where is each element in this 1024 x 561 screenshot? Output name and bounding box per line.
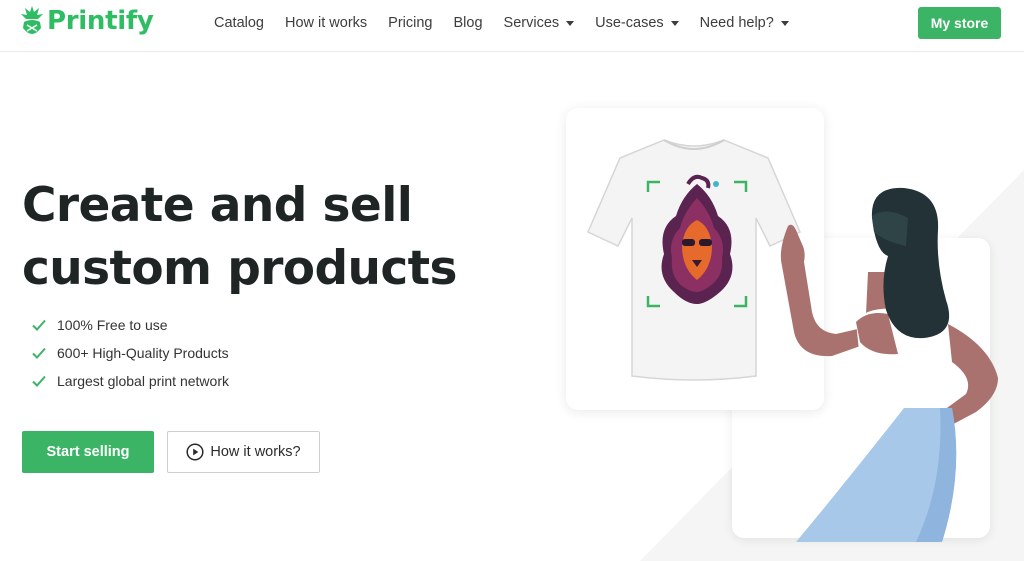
- feature-item: 600+ High-Quality Products: [31, 339, 229, 367]
- top-header: Printify Catalog How it works Pricing Bl…: [0, 0, 1024, 52]
- check-icon: [32, 375, 46, 387]
- chevron-down-icon: [566, 20, 575, 26]
- nav-need-help[interactable]: Need help?: [700, 15, 789, 31]
- play-circle-icon: [186, 443, 204, 461]
- nav-pricing[interactable]: Pricing: [388, 15, 432, 31]
- pineapple-logo-icon: [21, 6, 43, 34]
- nav-label: Blog: [453, 15, 483, 31]
- how-it-works-button[interactable]: How it works?: [167, 431, 320, 473]
- nav-blog[interactable]: Blog: [454, 15, 483, 31]
- nav-label: How it works: [284, 15, 368, 31]
- nav-services[interactable]: Services: [504, 15, 575, 31]
- feature-item: Largest global print network: [31, 367, 229, 395]
- feature-text: 100% Free to use: [57, 317, 168, 333]
- feature-text: Largest global print network: [57, 373, 229, 389]
- check-icon: [32, 347, 46, 359]
- chevron-down-icon: [670, 20, 679, 26]
- how-it-works-label: How it works?: [210, 444, 301, 460]
- nav-catalog[interactable]: Catalog: [214, 15, 264, 31]
- hero-title-line-1: Create and sell: [22, 178, 413, 233]
- nav-label: Pricing: [388, 15, 433, 31]
- feature-text: 600+ High-Quality Products: [57, 345, 229, 361]
- start-selling-button[interactable]: Start selling: [22, 431, 154, 473]
- brand-name: Printify: [47, 6, 154, 36]
- nav-use-cases[interactable]: Use-cases: [595, 15, 679, 31]
- printify-logo[interactable]: Printify: [21, 6, 154, 36]
- check-icon: [32, 319, 46, 331]
- hero-title: Create and sell custom products: [22, 174, 462, 300]
- nav-label: Use-cases: [595, 15, 664, 31]
- feature-item: 100% Free to use: [31, 311, 229, 339]
- woman-illustration-image: [780, 187, 998, 542]
- feature-list: 100% Free to use 600+ High-Quality Produ…: [31, 311, 229, 395]
- hero-title-line-2: custom products: [22, 241, 458, 296]
- my-store-button[interactable]: My store: [918, 7, 1001, 39]
- nav-how-it-works[interactable]: How it works: [285, 15, 367, 31]
- nav-label: Services: [503, 15, 560, 31]
- main-nav: Catalog How it works Pricing Blog Servic…: [214, 0, 810, 46]
- nav-label: Need help?: [699, 15, 774, 31]
- nav-label: Catalog: [214, 15, 264, 31]
- chevron-down-icon: [780, 20, 789, 26]
